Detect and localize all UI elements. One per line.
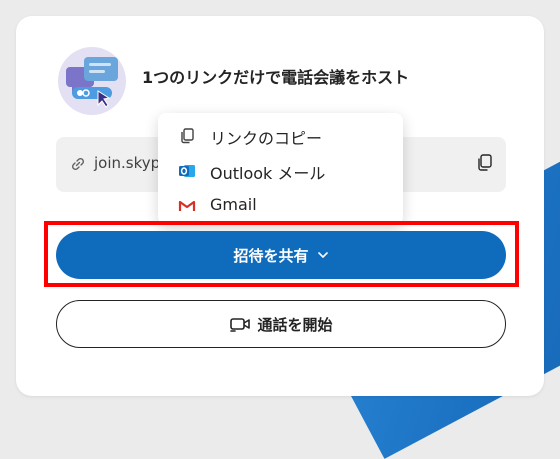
menu-item-copy-link[interactable]: リンクのコピー [158, 119, 403, 153]
gmail-icon [178, 200, 196, 211]
meeting-link-text[interactable]: join.skyp [94, 154, 160, 172]
start-call-label: 通話を開始 [257, 315, 333, 334]
video-call-icon [230, 318, 251, 332]
illustration-avatar [58, 47, 126, 115]
menu-item-outlook-mail[interactable]: Outlook メール [158, 154, 403, 188]
menu-item-label: Outlook メール [210, 164, 326, 183]
menu-item-label: リンクのコピー [210, 129, 323, 148]
menu-item-label: Gmail [210, 195, 257, 214]
menu-item-gmail[interactable]: Gmail [158, 189, 403, 223]
link-icon [71, 157, 85, 171]
share-invite-menu: リンクのコピー Outlook メール Gmail [158, 113, 403, 225]
start-call-button[interactable]: 通話を開始 [56, 300, 506, 348]
highlight-box [44, 221, 519, 287]
page-title: 1つのリンクだけで電話会議をホスト [142, 68, 410, 87]
outlook-icon [179, 165, 195, 177]
chat-bubbles-illustration [66, 57, 118, 108]
copy-icon[interactable] [476, 154, 492, 172]
copy-icon [181, 128, 194, 144]
